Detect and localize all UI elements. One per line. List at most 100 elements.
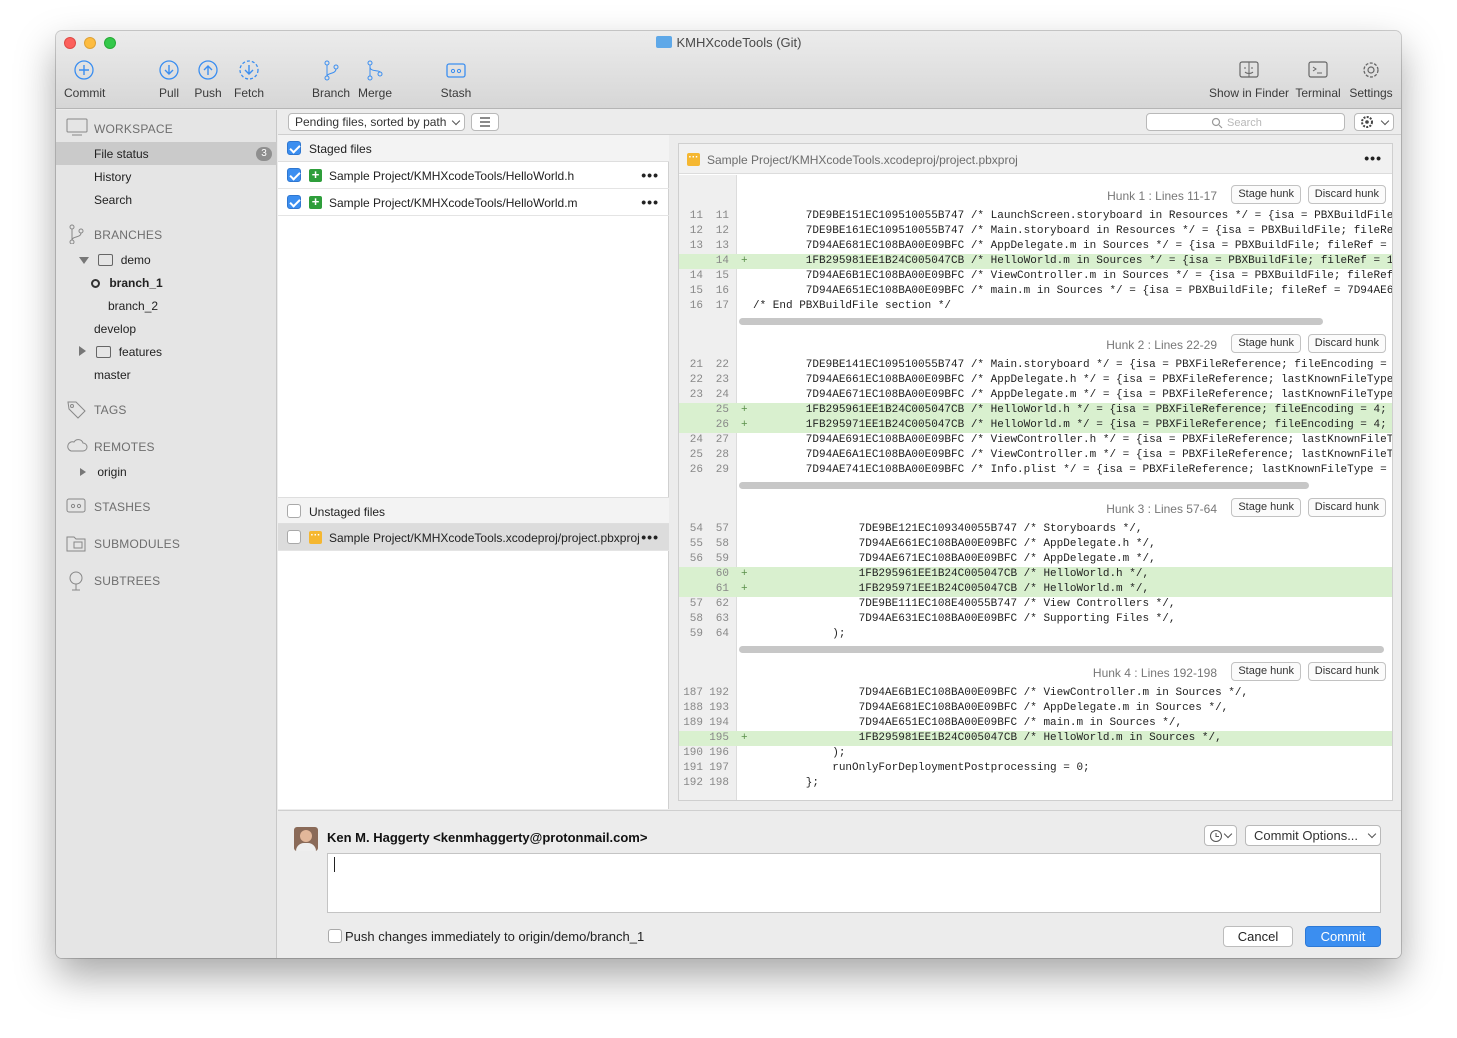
sidebar-item-master[interactable]: master bbox=[94, 368, 131, 382]
diff-code: 7D94AE681EC108BA00E09BFC /* AppDelegate.… bbox=[753, 240, 1393, 252]
diff-marker: + bbox=[741, 255, 748, 267]
diff-view[interactable]: ··· Sample Project/KMHXcodeTools.xcodepr… bbox=[678, 143, 1393, 801]
disclosure-collapsed-icon[interactable] bbox=[80, 468, 86, 476]
more-options-icon[interactable]: ••• bbox=[1364, 150, 1382, 166]
stage-hunk-button[interactable]: Stage hunk bbox=[1231, 662, 1301, 681]
added-diff-line[interactable]: 25 + 1FB295961EE1B24C005047CB /* HelloWor… bbox=[679, 403, 1392, 418]
diff-line[interactable]: 56 59 7D94AE671EC108BA00E09BFC /* AppDele… bbox=[679, 552, 1392, 567]
diff-line[interactable]: 11 11 7DE9BE151EC109510055B747 /* LaunchS… bbox=[679, 209, 1392, 224]
discard-hunk-button[interactable]: Discard hunk bbox=[1307, 662, 1386, 681]
diff-line[interactable]: 59 64 ); bbox=[679, 627, 1392, 642]
cancel-button[interactable]: Cancel bbox=[1223, 926, 1293, 947]
pull-toolbar-button[interactable]: Pull bbox=[154, 59, 184, 100]
more-options-icon[interactable]: ••• bbox=[641, 529, 659, 545]
diff-line[interactable]: 16 17 /* End PBXBuildFile section */ bbox=[679, 299, 1392, 314]
diff-line[interactable]: 26 29 7D94AE741EC108BA00E09BFC /* Info.pl… bbox=[679, 463, 1392, 478]
sidebar-item-search[interactable]: Search bbox=[94, 193, 132, 207]
more-options-icon[interactable]: ••• bbox=[641, 194, 659, 210]
horizontal-scrollbar[interactable] bbox=[739, 482, 1309, 489]
added-diff-line[interactable]: 14 + 1FB295981EE1B24C005047CB /* HelloWor… bbox=[679, 254, 1392, 269]
diff-line[interactable]: 190 196 ); bbox=[679, 746, 1392, 761]
push-immediately-checkbox[interactable] bbox=[328, 929, 342, 943]
added-diff-line[interactable]: 61 + 1FB295971EE1B24C005047CB /* HelloWor… bbox=[679, 582, 1392, 597]
sidebar-item-history[interactable]: History bbox=[94, 170, 131, 184]
horizontal-scrollbar[interactable] bbox=[739, 318, 1323, 325]
stash-icon bbox=[446, 63, 466, 78]
more-options-icon[interactable]: ••• bbox=[641, 167, 659, 183]
sidebar-item-file-status[interactable]: File status 3 bbox=[56, 142, 277, 165]
diff-code: 1FB295961EE1B24C005047CB /* HelloWorld.h… bbox=[753, 404, 1393, 416]
push-toolbar-button[interactable]: Push bbox=[193, 59, 223, 100]
diff-line[interactable]: 192 198 }; bbox=[679, 776, 1392, 791]
diff-line[interactable]: 22 23 7D94AE661EC108BA00E09BFC /* AppDele… bbox=[679, 373, 1392, 388]
stage-hunk-button[interactable]: Stage hunk bbox=[1231, 498, 1301, 517]
discard-hunk-button[interactable]: Discard hunk bbox=[1307, 498, 1386, 517]
disclosure-collapsed-icon[interactable] bbox=[79, 346, 86, 356]
diff-code: 7D94AE6A1EC108BA00E09BFC /* ViewControll… bbox=[753, 449, 1393, 461]
diff-line[interactable]: 189 194 7D94AE651EC108BA00E09BFC /* main.… bbox=[679, 716, 1392, 731]
commit-button[interactable]: Commit bbox=[1305, 926, 1381, 947]
old-line-number: 55 bbox=[689, 538, 703, 550]
commit-message-input[interactable] bbox=[327, 853, 1381, 913]
diff-line[interactable]: 55 58 7D94AE661EC108BA00E09BFC /* AppDele… bbox=[679, 537, 1392, 552]
diff-line[interactable]: 15 16 7D94AE651EC108BA00E09BFC /* main.m … bbox=[679, 284, 1392, 299]
stage-hunk-button[interactable]: Stage hunk bbox=[1231, 185, 1301, 204]
discard-hunk-button[interactable]: Discard hunk bbox=[1307, 334, 1386, 353]
old-line-number: 16 bbox=[689, 300, 703, 312]
commit-panel: Ken M. Haggerty <kenmhaggerty@protonmail… bbox=[278, 810, 1401, 958]
diff-line[interactable]: 14 15 7D94AE6B1EC108BA00E09BFC /* ViewCon… bbox=[679, 269, 1392, 284]
hunk-title: Hunk 2 : Lines 22-29 bbox=[1106, 338, 1217, 352]
sort-dropdown[interactable]: Pending files, sorted by path bbox=[288, 113, 465, 131]
diff-line[interactable]: 25 28 7D94AE6A1EC108BA00E09BFC /* ViewCon… bbox=[679, 448, 1392, 463]
diff-line[interactable]: 54 57 7DE9BE121EC109340055B747 /* Storybo… bbox=[679, 522, 1392, 537]
sidebar-item-branch-2[interactable]: branch_2 bbox=[108, 299, 158, 313]
diff-line[interactable]: 23 24 7D94AE671EC108BA00E09BFC /* AppDele… bbox=[679, 388, 1392, 403]
staged-file-row[interactable]: + Sample Project/KMHXcodeTools/HelloWorl… bbox=[278, 189, 669, 216]
search-input[interactable]: Search bbox=[1146, 113, 1345, 131]
added-diff-line[interactable]: 195 + 1FB295981EE1B24C005047CB /* HelloWo… bbox=[679, 731, 1392, 746]
unstaged-files-checkbox[interactable] bbox=[287, 504, 301, 518]
view-options-button[interactable] bbox=[471, 113, 499, 131]
file-checkbox[interactable] bbox=[287, 530, 301, 544]
discard-hunk-button[interactable]: Discard hunk bbox=[1307, 185, 1386, 204]
added-diff-line[interactable]: 60 + 1FB295961EE1B24C005047CB /* HelloWor… bbox=[679, 567, 1392, 582]
old-line-number: 59 bbox=[689, 628, 703, 640]
action-menu-button[interactable] bbox=[1354, 113, 1394, 131]
diff-line[interactable]: 187 192 7D94AE6B1EC108BA00E09BFC /* ViewC… bbox=[679, 686, 1392, 701]
staged-file-row[interactable]: + Sample Project/KMHXcodeTools/HelloWorl… bbox=[278, 162, 669, 189]
diff-line[interactable]: 24 27 7D94AE691EC108BA00E09BFC /* ViewCon… bbox=[679, 433, 1392, 448]
diff-code: ); bbox=[753, 628, 846, 640]
file-checkbox[interactable] bbox=[287, 195, 301, 209]
stash-toolbar-button[interactable]: Stash bbox=[438, 59, 474, 100]
settings-button[interactable]: Settings bbox=[1347, 59, 1395, 100]
commit-history-button[interactable] bbox=[1204, 825, 1237, 846]
show-in-finder-button[interactable]: Show in Finder bbox=[1208, 59, 1290, 100]
terminal-button[interactable]: Terminal bbox=[1294, 59, 1342, 100]
stage-hunk-button[interactable]: Stage hunk bbox=[1231, 334, 1301, 353]
staged-files-checkbox[interactable] bbox=[287, 141, 301, 155]
diff-line[interactable]: 58 63 7D94AE631EC108BA00E09BFC /* Support… bbox=[679, 612, 1392, 627]
commit-options-dropdown[interactable]: Commit Options... bbox=[1245, 825, 1381, 846]
diff-line[interactable]: 13 13 7D94AE681EC108BA00E09BFC /* AppDele… bbox=[679, 239, 1392, 254]
hunk-title: Hunk 4 : Lines 192-198 bbox=[1092, 666, 1217, 680]
sidebar-item-features[interactable]: features bbox=[79, 345, 162, 359]
sidebar-item-branch-1[interactable]: branch_1 bbox=[91, 276, 163, 290]
diff-line[interactable]: 188 193 7D94AE681EC108BA00E09BFC /* AppDe… bbox=[679, 701, 1392, 716]
horizontal-scrollbar[interactable] bbox=[739, 646, 1384, 653]
disclosure-expanded-icon[interactable] bbox=[79, 257, 89, 264]
branch-toolbar-button[interactable]: Branch bbox=[311, 59, 351, 100]
diff-line[interactable]: 21 22 7DE9BE141EC109510055B747 /* Main.st… bbox=[679, 358, 1392, 373]
added-diff-line[interactable]: 26 + 1FB295971EE1B24C005047CB /* HelloWor… bbox=[679, 418, 1392, 433]
sidebar-item-develop[interactable]: develop bbox=[94, 322, 136, 336]
merge-toolbar-button[interactable]: Merge bbox=[356, 59, 394, 100]
sidebar-item-origin[interactable]: origin bbox=[80, 465, 127, 479]
diff-line[interactable]: 191 197 runOnlyForDeploymentPostprocessin… bbox=[679, 761, 1392, 776]
commit-toolbar-button[interactable]: Commit bbox=[64, 59, 105, 100]
unstaged-file-row[interactable]: ··· Sample Project/KMHXcodeTools.xcodepr… bbox=[278, 524, 669, 551]
sidebar-item-demo[interactable]: demo bbox=[79, 253, 151, 267]
fetch-toolbar-button[interactable]: Fetch bbox=[231, 59, 267, 100]
diff-line[interactable]: 57 62 7DE9BE111EC108E40055B747 /* View Co… bbox=[679, 597, 1392, 612]
diff-line[interactable]: 12 12 7DE9BE161EC109510055B747 /* Main.st… bbox=[679, 224, 1392, 239]
subtree-icon bbox=[69, 571, 83, 591]
file-checkbox[interactable] bbox=[287, 168, 301, 182]
